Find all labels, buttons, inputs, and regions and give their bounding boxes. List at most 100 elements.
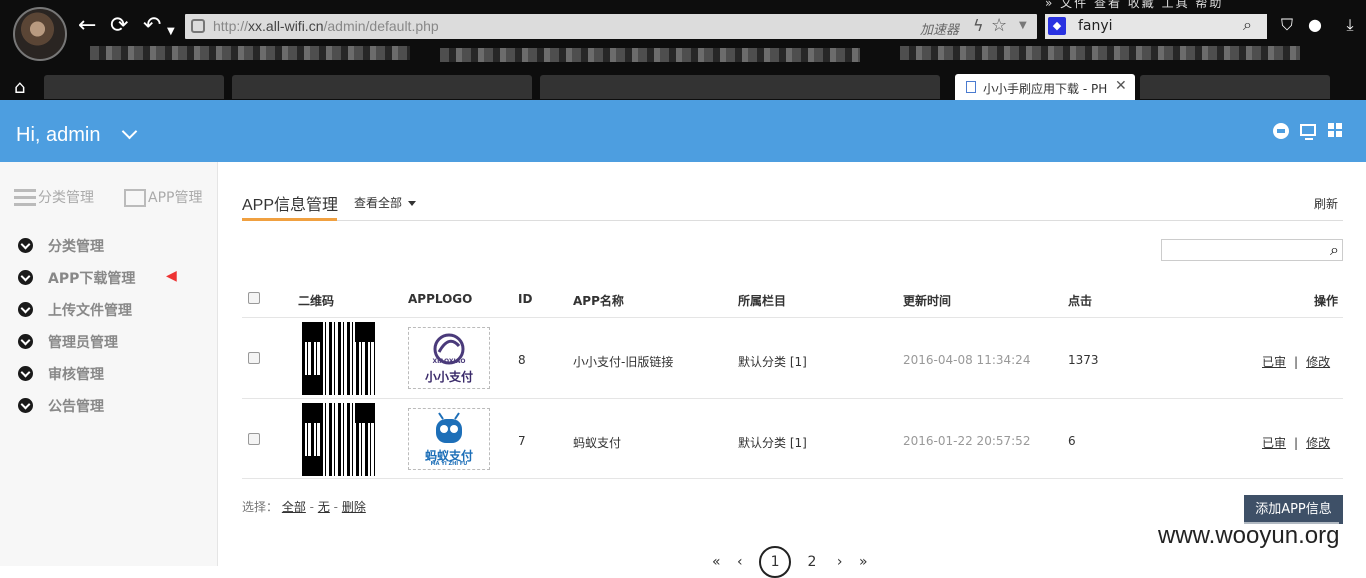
page-title: APP信息管理 — [242, 197, 339, 214]
image-icon — [124, 189, 146, 207]
browser-tab[interactable] — [540, 75, 940, 99]
url-path: /admin/default.php — [323, 18, 439, 34]
prev-page-button[interactable]: ‹ — [737, 554, 743, 570]
active-tab-underline — [242, 218, 337, 221]
select-all-link[interactable]: 全部 — [282, 500, 306, 514]
dropdown-icon[interactable]: ▼ — [1019, 20, 1027, 31]
update-time: 2016-04-08 11:34:24 — [903, 353, 1031, 367]
user-greeting[interactable]: Hi, admin — [16, 124, 100, 147]
watermark: www.wooyun.org — [1158, 522, 1340, 550]
column-header: 点击 — [1068, 294, 1093, 308]
app-name: 蚂蚁支付 — [573, 436, 622, 450]
edit-link[interactable]: 修改 — [1306, 355, 1330, 369]
search-icon[interactable]: ⌕ — [1243, 15, 1252, 35]
home-icon[interactable]: ⌂ — [14, 77, 25, 98]
shield-extension-icon[interactable]: ⛉ — [1277, 15, 1297, 35]
search-icon[interactable]: ⌕ — [1330, 240, 1339, 260]
page-1-button[interactable]: 1 — [759, 546, 792, 578]
logo-text: 小小支付 — [424, 370, 473, 384]
chevron-down-icon[interactable] — [121, 123, 138, 140]
select-label: 选择： — [242, 500, 279, 514]
app-name: 小小支付-旧版链接 — [573, 355, 674, 369]
view-all-dropdown[interactable]: 查看全部 — [354, 194, 416, 211]
chevron-circle-icon — [18, 238, 33, 253]
undo-icon[interactable]: ↶ — [143, 14, 161, 38]
active-tab[interactable]: 小小手刷应用下载 - PH ✕ — [955, 74, 1135, 100]
star-icon[interactable]: ☆ — [991, 15, 1007, 36]
update-time: 2016-01-22 20:57:52 — [903, 434, 1031, 448]
sidebar-item-label: 审核管理 — [48, 367, 104, 383]
lightning-icon[interactable]: ϟ — [973, 16, 984, 35]
app-logo: XIAOXIAO 小小支付 — [408, 327, 490, 389]
sidebar-tab-label: APP管理 — [148, 190, 203, 206]
browser-chrome: ← ⟳ ↶ ▼ http://xx.all-wifi.cn/admin/defa… — [0, 0, 1366, 100]
page-2-button[interactable]: 2 — [808, 554, 817, 570]
sidebar-tab-label: 分类管理 — [38, 190, 94, 206]
logo-subtext: XIAOXIAO — [432, 358, 466, 365]
sidebar-item-label: APP下载管理 — [48, 271, 136, 287]
close-icon[interactable]: ✕ — [1115, 78, 1127, 94]
chevron-circle-icon — [18, 334, 33, 349]
first-page-button[interactable]: « — [712, 554, 721, 570]
row-checkbox[interactable] — [248, 352, 260, 364]
bookmarks-bar — [80, 44, 1330, 66]
approved-link[interactable]: 已审 — [1262, 355, 1286, 369]
select-none-link[interactable]: 无 — [318, 500, 330, 514]
column-header: ID — [518, 292, 533, 306]
app-category: 默认分类 [1] — [738, 355, 807, 369]
tab-title: 小小手刷应用下载 - PH — [983, 82, 1108, 96]
list-icon — [14, 189, 36, 207]
column-header: 二维码 — [298, 294, 335, 308]
grid-icon[interactable] — [1328, 123, 1344, 139]
chat-icon[interactable]: ● — [1305, 15, 1325, 35]
sidebar-tab-category[interactable]: 分类管理 — [14, 187, 94, 207]
table-row: 蚂蚁支付 MA YI ZHI FU 7 蚂蚁支付 默认分类 [1] 2016-0… — [242, 398, 1343, 479]
reload-icon[interactable]: ⟳ — [110, 14, 128, 38]
row-checkbox[interactable] — [248, 433, 260, 445]
download-icon[interactable]: ⤓ — [1340, 15, 1360, 35]
message-icon[interactable] — [1273, 123, 1289, 139]
column-header: APPLOGO — [408, 292, 473, 306]
refresh-link[interactable]: 刷新 — [1314, 195, 1338, 212]
url-domain: xx.all-wifi.cn — [248, 18, 324, 34]
select-all-checkbox[interactable] — [248, 292, 260, 304]
browser-tab[interactable] — [44, 75, 224, 99]
next-page-button[interactable]: › — [837, 554, 843, 570]
url-prefix: http:// — [213, 18, 249, 34]
last-page-button[interactable]: » — [859, 554, 868, 570]
url-text[interactable]: http://xx.all-wifi.cn/admin/default.php — [213, 18, 439, 34]
column-header: 所属栏目 — [738, 294, 787, 308]
column-header: APP名称 — [573, 294, 624, 308]
user-avatar[interactable] — [13, 7, 67, 61]
browser-tab[interactable] — [232, 75, 532, 99]
sidebar-item-label: 管理员管理 — [48, 335, 118, 351]
approved-link[interactable]: 已审 — [1262, 436, 1286, 450]
back-icon[interactable]: ← — [78, 14, 96, 38]
browser-search-query[interactable]: fanyi — [1078, 18, 1113, 34]
sidebar: 分类管理 APP管理 分类管理 APP下载管理 ◀ 上传文件管理 管理员管理 审… — [0, 162, 218, 566]
app-logo: 蚂蚁支付 MA YI ZHI FU — [408, 408, 490, 470]
sidebar-tab-app[interactable]: APP管理 — [124, 187, 202, 207]
qr-code — [302, 322, 375, 395]
bulk-select-bar: 选择： 全部 - 无 - 删除 — [242, 500, 366, 514]
red-arrow-annotation: ◀ — [166, 268, 177, 284]
browser-tab[interactable] — [1140, 75, 1330, 99]
sidebar-item-label: 公告管理 — [48, 399, 104, 415]
click-count: 1373 — [1068, 353, 1099, 367]
page-icon — [966, 81, 976, 93]
monitor-icon[interactable] — [1300, 124, 1316, 140]
edit-link[interactable]: 修改 — [1306, 436, 1330, 450]
delete-link[interactable]: 删除 — [342, 500, 366, 514]
app-id: 8 — [518, 353, 526, 367]
sidebar-item-label: 分类管理 — [48, 239, 104, 255]
add-app-button[interactable]: 添加APP信息 — [1244, 495, 1343, 524]
address-bar[interactable]: http://xx.all-wifi.cn/admin/default.php … — [185, 14, 1037, 39]
chevron-circle-icon — [18, 398, 33, 413]
browser-search-bar[interactable]: ◆ fanyi ⌕ — [1045, 14, 1267, 39]
browser-menu[interactable]: » 文件 查看 收藏 工具 帮助 — [1045, 0, 1223, 11]
column-header: 操作 — [1314, 294, 1339, 308]
search-input[interactable]: ⌕ — [1161, 239, 1343, 261]
chevron-down-icon[interactable]: ▼ — [167, 20, 175, 44]
chevron-circle-icon — [18, 366, 33, 381]
accelerator-label[interactable]: 加速器 — [920, 19, 959, 38]
